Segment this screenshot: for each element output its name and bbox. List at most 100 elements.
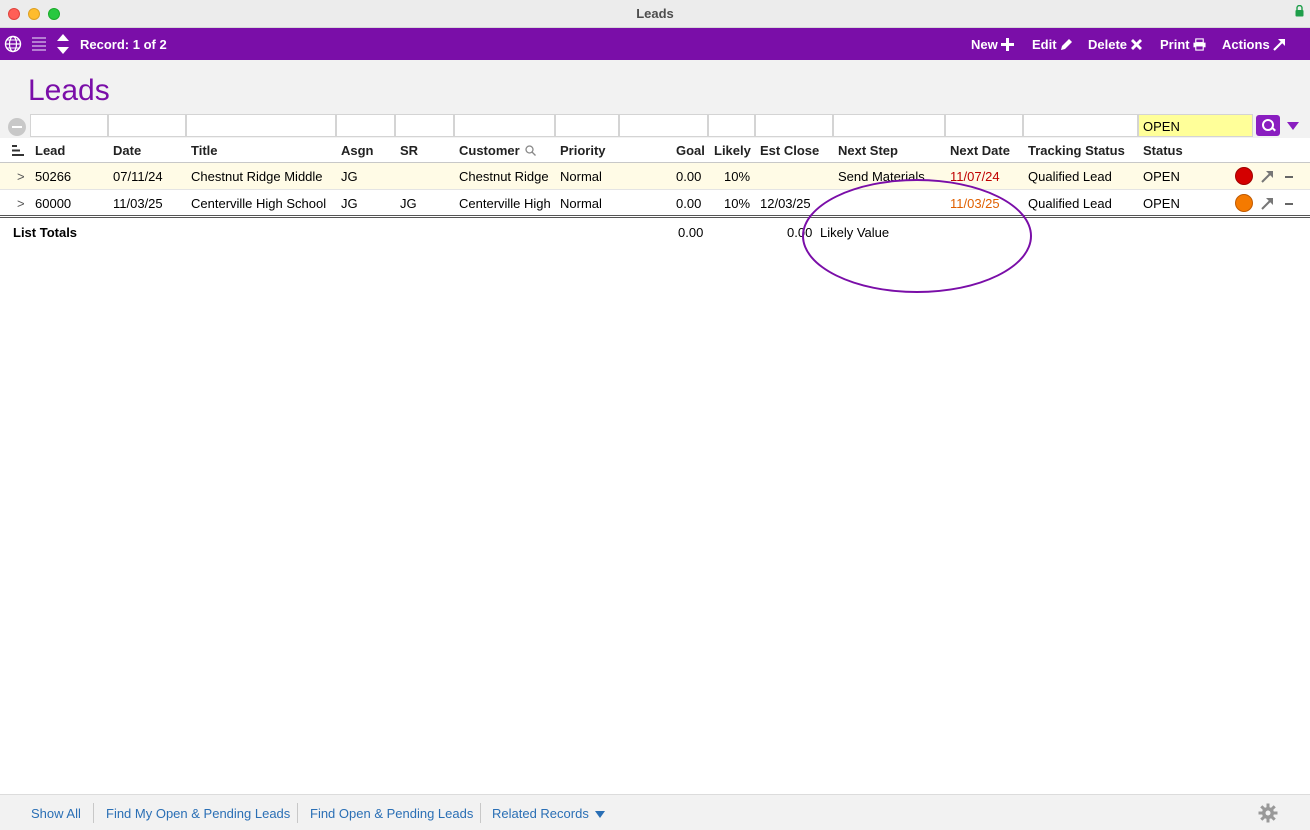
show-all-link[interactable]: Show All [31, 806, 81, 821]
priority-cell: Normal [560, 196, 602, 211]
filter-title-field[interactable] [186, 114, 336, 137]
gear-icon[interactable] [1258, 803, 1278, 823]
x-icon [1131, 39, 1143, 50]
asgn-cell: JG [341, 169, 358, 184]
lead-cell: 60000 [35, 196, 72, 211]
footer-divider [480, 803, 481, 823]
printer-icon [1193, 38, 1206, 51]
status-cell: OPEN [1143, 169, 1180, 184]
delete-button-label: Delete [1088, 37, 1128, 52]
customer-cell: Chestnut Ridge [459, 169, 549, 184]
filter-sr-field[interactable] [395, 114, 454, 137]
filter-menu-dropdown-icon[interactable] [1287, 122, 1299, 130]
record-navigation-arrows-icon[interactable] [56, 33, 70, 55]
clear-filter-icon[interactable] [8, 118, 26, 136]
likely-cell: 10% [724, 196, 751, 211]
find-my-open-pending-leads-link[interactable]: Find My Open & Pending Leads [106, 806, 290, 821]
lead-cell: 50266 [35, 169, 72, 184]
column-header-est-close[interactable]: Est Close [760, 143, 819, 158]
filter-date-field[interactable] [108, 114, 186, 137]
pencil-icon [1060, 39, 1072, 50]
actions-button[interactable]: Actions [1222, 37, 1286, 52]
footer-bar: Show All Find My Open & Pending Leads Fi… [0, 794, 1310, 830]
print-button[interactable]: Print [1160, 37, 1206, 52]
column-header-title[interactable]: Title [191, 143, 218, 158]
related-records-dropdown-icon[interactable] [595, 811, 605, 818]
status-cell: OPEN [1143, 196, 1180, 211]
actions-button-label: Actions [1222, 37, 1270, 52]
edit-button[interactable]: Edit [1032, 37, 1073, 52]
toolbar: Record: 1 of 2 New Edit Delete Print Act… [0, 28, 1310, 60]
heading-bar: Leads [0, 60, 1310, 114]
goal-cell: 0.00 [676, 196, 702, 211]
open-record-icon[interactable] [1261, 170, 1274, 183]
filter-lead-field[interactable] [30, 114, 108, 137]
filter-asgn-field[interactable] [336, 114, 395, 137]
row-expand-button[interactable]: > [17, 169, 25, 184]
tracking-status-cell: Qualified Lead [1028, 196, 1112, 211]
find-open-pending-leads-link[interactable]: Find Open & Pending Leads [310, 806, 473, 821]
new-button-label: New [971, 37, 998, 52]
status-indicator-icon [1235, 167, 1253, 185]
filter-est-close-field[interactable] [755, 114, 833, 137]
date-cell: 07/11/24 [113, 169, 163, 184]
customer-search-icon[interactable] [525, 145, 536, 156]
delete-button[interactable]: Delete [1088, 37, 1143, 52]
list-totals-label: List Totals [13, 225, 78, 240]
remove-row-icon[interactable] [1285, 203, 1293, 205]
filter-customer-field[interactable] [454, 114, 555, 137]
filter-goal-field[interactable] [619, 114, 708, 137]
column-header-priority[interactable]: Priority [560, 143, 606, 158]
arrow-out-icon [1272, 39, 1285, 51]
column-header-next-date[interactable]: Next Date [950, 143, 1010, 158]
row-expand-button[interactable]: > [17, 196, 25, 211]
customer-cell: Centerville High [459, 196, 551, 211]
window-titlebar: Leads [0, 0, 1310, 28]
record-counter: Record: 1 of 2 [80, 37, 167, 52]
column-header-customer[interactable]: Customer [459, 143, 520, 158]
related-records-link[interactable]: Related Records [492, 806, 589, 821]
priority-cell: Normal [560, 169, 602, 184]
content-area: Leads OPEN Lead Date Title Asgn SR Custo… [0, 60, 1310, 793]
lock-icon[interactable] [1295, 5, 1304, 17]
new-button[interactable]: New [971, 37, 1014, 52]
edit-button-label: Edit [1032, 37, 1057, 52]
goal-total: 0.00 [678, 225, 704, 240]
filter-priority-field[interactable] [555, 114, 619, 137]
remove-row-icon[interactable] [1285, 176, 1293, 178]
column-header-status[interactable]: Status [1143, 143, 1183, 158]
likely-cell: 10% [724, 169, 751, 184]
sr-cell: JG [400, 196, 417, 211]
open-record-icon[interactable] [1261, 197, 1274, 210]
filter-next-step-field[interactable] [833, 114, 945, 137]
est-close-cell: 12/03/25 [760, 196, 811, 211]
filter-tracking-status-field[interactable] [1023, 114, 1138, 137]
column-header-date[interactable]: Date [113, 143, 141, 158]
column-header-next-step[interactable]: Next Step [838, 143, 898, 158]
tracking-status-cell: Qualified Lead [1028, 169, 1112, 184]
column-header-goal[interactable]: Goal [676, 143, 705, 158]
column-header-asgn[interactable]: Asgn [341, 143, 374, 158]
footer-divider [93, 803, 94, 823]
highlight-ellipse [802, 179, 1032, 293]
globe-icon[interactable] [4, 35, 22, 53]
page-title: Leads [28, 74, 110, 107]
list-menu-icon[interactable] [31, 35, 47, 53]
print-button-label: Print [1160, 37, 1190, 52]
title-cell: Centerville High School [191, 196, 327, 211]
filter-likely-field[interactable] [708, 114, 755, 137]
filter-status-field[interactable]: OPEN [1138, 114, 1253, 137]
status-indicator-icon [1235, 194, 1253, 212]
asgn-cell: JG [341, 196, 358, 211]
footer-divider [297, 803, 298, 823]
sort-icon[interactable] [12, 145, 24, 156]
search-icon[interactable] [1256, 115, 1280, 136]
plus-icon [1000, 38, 1014, 51]
column-header-lead[interactable]: Lead [35, 143, 65, 158]
filter-next-date-field[interactable] [945, 114, 1023, 137]
column-header-sr[interactable]: SR [400, 143, 418, 158]
title-cell: Chestnut Ridge Middle [191, 169, 323, 184]
goal-cell: 0.00 [676, 169, 702, 184]
column-header-likely[interactable]: Likely [714, 143, 751, 158]
column-header-tracking-status[interactable]: Tracking Status [1028, 143, 1125, 158]
